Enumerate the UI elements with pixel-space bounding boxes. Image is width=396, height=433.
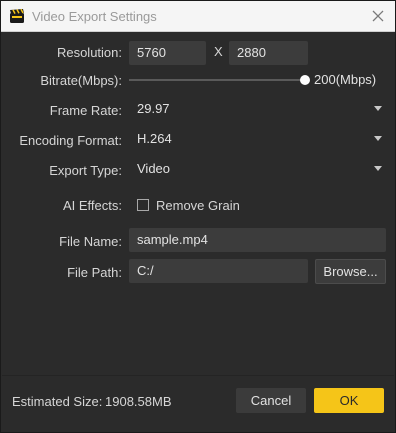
estimated-size-label: Estimated Size: xyxy=(12,394,103,409)
film-clapper-icon xyxy=(10,8,24,23)
browse-button[interactable]: Browse... xyxy=(315,259,386,284)
bitrate-value: 200(Mbps) xyxy=(314,72,377,87)
ai-effects-label: AI Effects: xyxy=(62,198,122,213)
frame-rate-value: 29.97 xyxy=(137,101,170,116)
export-type-label: Export Type: xyxy=(49,163,122,178)
remove-grain-checkbox[interactable] xyxy=(137,199,149,211)
file-name-label: File Name: xyxy=(59,234,122,249)
resolution-width-input[interactable]: 5760 xyxy=(129,41,206,65)
file-name-input[interactable]: sample.mp4 xyxy=(129,228,386,252)
bitrate-slider-thumb[interactable] xyxy=(300,75,310,85)
export-type-value: Video xyxy=(137,161,171,176)
cancel-button[interactable]: Cancel xyxy=(236,388,306,413)
ok-button[interactable]: OK xyxy=(314,388,384,413)
encoding-format-label: Encoding Format: xyxy=(19,133,122,148)
file-path-label: File Path: xyxy=(67,265,122,280)
close-icon[interactable] xyxy=(369,7,387,25)
resolution-separator: X xyxy=(214,44,223,59)
remove-grain-label[interactable]: Remove Grain xyxy=(156,198,240,213)
resolution-label: Resolution: xyxy=(56,45,122,60)
chevron-down-icon xyxy=(374,166,382,171)
frame-rate-label: Frame Rate: xyxy=(49,103,122,118)
encoding-format-select[interactable]: H.264 xyxy=(129,127,386,151)
export-type-select[interactable]: Video xyxy=(129,157,386,181)
resolution-height-input[interactable]: 2880 xyxy=(229,41,308,65)
footer-divider xyxy=(2,375,394,376)
bitrate-label: Bitrate(Mbps): xyxy=(40,73,122,88)
chevron-down-icon xyxy=(374,106,382,111)
estimated-size-value: 1908.58MB xyxy=(105,394,172,409)
encoding-format-value: H.264 xyxy=(137,131,172,146)
export-settings-dialog: Video Export Settings Resolution: 5760 X… xyxy=(0,0,396,433)
title-bar: Video Export Settings xyxy=(1,1,395,32)
chevron-down-icon xyxy=(374,136,382,141)
bitrate-slider-track[interactable] xyxy=(129,79,305,81)
file-path-input[interactable]: C:/ xyxy=(129,259,308,283)
window-title: Video Export Settings xyxy=(32,9,157,24)
frame-rate-select[interactable]: 29.97 xyxy=(129,97,386,121)
